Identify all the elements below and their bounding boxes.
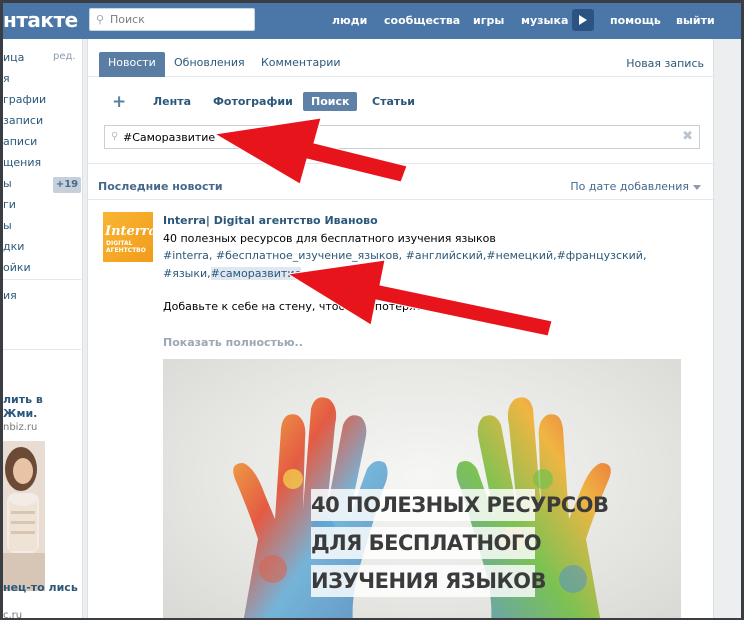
- sidebar-item-page[interactable]: ица: [3, 51, 24, 64]
- post-hashtags[interactable]: #interra, #бесплатное_изучение_языков, #…: [163, 249, 646, 262]
- nav-people[interactable]: люди: [332, 14, 367, 27]
- post-text-2: Добавьте к себе на стену, чтобы не потер…: [163, 300, 436, 313]
- post-text: 40 полезных ресурсов для бесплатного изу…: [163, 232, 496, 245]
- left-sidebar: ица ред. я графии записи аписи щения ы +…: [3, 39, 83, 620]
- ad2-domain: c.ru: [3, 610, 23, 620]
- sidebar-item-videos[interactable]: записи: [3, 114, 43, 127]
- ad2-title[interactable]: нец-то лись: [3, 581, 78, 595]
- nav-music[interactable]: музыка: [521, 14, 568, 27]
- image-caption-2: ДЛЯ БЕСПЛАТНОГО: [311, 527, 542, 559]
- sidebar-divider: [3, 349, 81, 350]
- sort-dropdown[interactable]: По дате добавления: [570, 180, 701, 193]
- tab-updates[interactable]: Обновления: [165, 52, 254, 74]
- add-list-icon[interactable]: +: [112, 92, 126, 112]
- sidebar-divider: [3, 279, 81, 280]
- site-logo[interactable]: нтакте: [3, 8, 78, 32]
- news-count-badge: +19: [53, 177, 81, 193]
- sidebar-item-news[interactable]: ги: [3, 198, 16, 211]
- sidebar-item-extra[interactable]: ия: [3, 289, 17, 302]
- ad-domain: nbiz.ru: [3, 422, 38, 433]
- ad-image[interactable]: [3, 441, 45, 591]
- clear-icon[interactable]: ✖: [682, 129, 693, 144]
- news-panel: Новости Обновления Комментарии Новая зап…: [87, 39, 715, 618]
- play-icon[interactable]: [572, 9, 594, 31]
- divider: [88, 199, 715, 200]
- sidebar-item-settings[interactable]: ойки: [3, 261, 31, 274]
- news-subnav: + Лента Фотографии Поиск Статьи: [88, 87, 715, 117]
- show-full-link[interactable]: Показать полностью..: [163, 336, 303, 349]
- sidebar-item-photos[interactable]: графии: [3, 93, 46, 106]
- avatar-brand: Interra: [105, 224, 153, 239]
- subnav-photos[interactable]: Фотографии: [213, 95, 293, 108]
- global-search-input[interactable]: [110, 11, 250, 28]
- nav-logout[interactable]: выйти: [676, 14, 715, 27]
- hashtag-search[interactable]: ⚲ ✖: [104, 125, 700, 149]
- hashtag-self-development[interactable]: #саморазвитие: [210, 267, 302, 280]
- top-header: нтакте ⚲ люди сообщества игры музыка пом…: [3, 3, 741, 39]
- ad-title[interactable]: лить в Жми.: [3, 393, 81, 421]
- global-search[interactable]: ⚲: [89, 8, 255, 31]
- tab-comments[interactable]: Комментарии: [252, 52, 350, 74]
- image-caption-1: 40 ПОЛЕЗНЫХ РЕСУРСОВ: [311, 489, 609, 521]
- sort-label: По дате добавления: [570, 180, 689, 193]
- nav-help[interactable]: помощь: [610, 14, 661, 27]
- nav-communities[interactable]: сообщества: [384, 14, 460, 27]
- sidebar-item-messages[interactable]: щения: [3, 156, 41, 169]
- post-image[interactable]: 40 ПОЛЕЗНЫХ РЕСУРСОВ ДЛЯ БЕСПЛАТНОГО ИЗУ…: [163, 359, 681, 618]
- search-icon: ⚲: [111, 131, 119, 142]
- post-avatar[interactable]: Interra DIGITAL АГЕНТСТВО: [103, 212, 153, 262]
- sidebar-item-audio[interactable]: аписи: [3, 135, 37, 148]
- image-caption-3: ИЗУЧЕНИЯ ЯЗЫКОВ: [311, 565, 547, 597]
- divider: [88, 163, 715, 164]
- post-hashtags-2[interactable]: #языки,#саморазвитие: [163, 267, 302, 280]
- sidebar-item-groups[interactable]: ы: [3, 177, 12, 190]
- tab-news[interactable]: Новости: [99, 52, 165, 77]
- avatar-brand-sub: DIGITAL АГЕНТСТВО: [106, 240, 146, 254]
- sidebar-item-friends[interactable]: я: [3, 72, 10, 85]
- news-tabs: Новости Обновления Комментарии Новая зап…: [88, 47, 715, 77]
- feed-heading: Последние новости: [98, 180, 223, 193]
- post-author[interactable]: Interra| Digital агентство Иваново: [163, 214, 378, 227]
- chevron-down-icon: [693, 184, 701, 190]
- subnav-search[interactable]: Поиск: [303, 92, 358, 111]
- new-post-link[interactable]: Новая запись: [626, 57, 704, 70]
- hashtag-languages[interactable]: #языки,: [163, 267, 211, 280]
- subnav-feed[interactable]: Лента: [153, 95, 191, 108]
- search-icon: ⚲: [96, 13, 105, 26]
- hashtag-search-input[interactable]: [123, 129, 673, 146]
- browser-frame: нтакте ⚲ люди сообщества игры музыка пом…: [0, 0, 744, 620]
- sidebar-item-apps[interactable]: ы: [3, 219, 12, 232]
- sidebar-item-bookmarks[interactable]: дки: [3, 240, 24, 253]
- nav-games[interactable]: игры: [473, 14, 504, 27]
- subnav-articles[interactable]: Статьи: [372, 95, 415, 108]
- sidebar-edit-link[interactable]: ред.: [53, 51, 76, 62]
